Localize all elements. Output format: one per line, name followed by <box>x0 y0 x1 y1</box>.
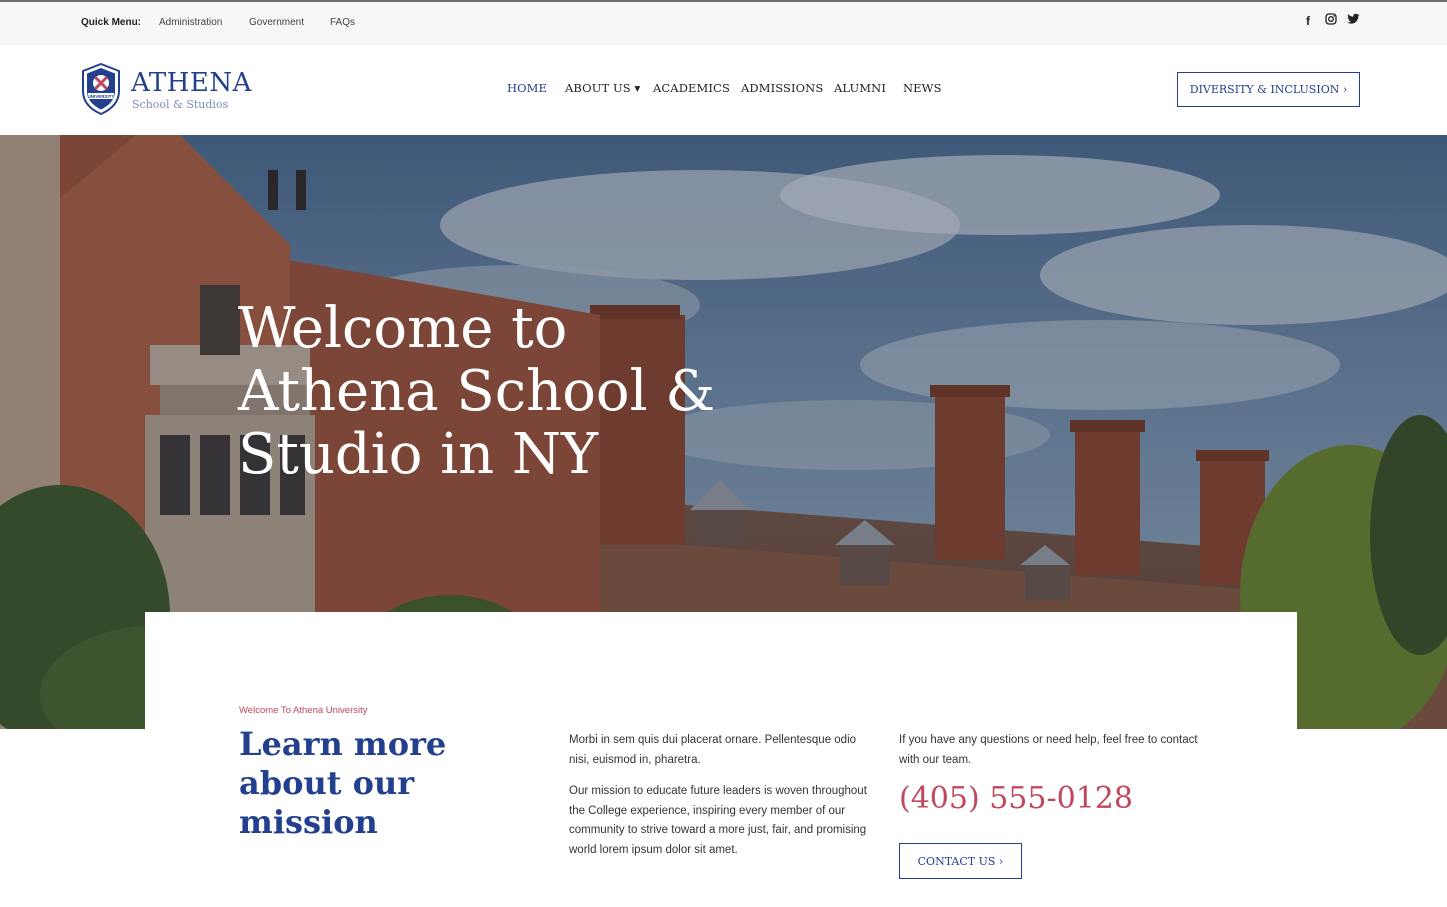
site-header: UNIVERSITY ATHENA School & Studios HOME … <box>0 45 1447 135</box>
quick-menu-faqs[interactable]: FAQs <box>330 17 355 28</box>
instagram-icon[interactable] <box>1325 13 1337 28</box>
quick-menu-label: Quick Menu: <box>81 17 142 28</box>
logo-name[interactable]: ATHENA <box>131 68 252 98</box>
mission-paragraph-1: Morbi in sem quis dui placerat ornare. P… <box>569 734 857 766</box>
quick-menu-government[interactable]: Government <box>249 17 304 28</box>
mission-text: Morbi in sem quis dui placerat ornare. P… <box>569 731 869 860</box>
nav-news[interactable]: NEWS <box>903 81 942 95</box>
mission-title: Learn more about our mission <box>239 725 447 841</box>
logo-shield-icon[interactable]: UNIVERSITY <box>81 62 121 116</box>
nav-admissions[interactable]: ADMISSIONS <box>741 81 823 95</box>
phone-number[interactable]: (405) 555-0128 <box>899 781 1133 816</box>
facebook-icon[interactable]: f <box>1306 14 1310 28</box>
svg-text:UNIVERSITY: UNIVERSITY <box>87 94 114 99</box>
mission-paragraph-2: Our mission to educate future leaders is… <box>569 785 867 856</box>
help-text: If you have any questions or need help, … <box>899 734 1198 766</box>
top-bar: Quick Menu: Administration Government FA… <box>0 0 1447 45</box>
nav-alumni[interactable]: ALUMNI <box>834 81 886 95</box>
nav-home[interactable]: HOME <box>507 81 547 95</box>
hero-title: Welcome to Athena School & Studio in NY <box>238 296 716 487</box>
nav-academics[interactable]: ACADEMICS <box>653 81 730 95</box>
contact-us-button[interactable]: CONTACT US › <box>899 843 1022 879</box>
nav-about-us[interactable]: ABOUT US ▾ <box>565 81 640 95</box>
logo-subtitle: School & Studios <box>132 98 229 111</box>
mission-eyebrow: Welcome To Athena University <box>239 705 368 716</box>
quick-menu-administration[interactable]: Administration <box>159 17 222 28</box>
twitter-icon[interactable] <box>1347 13 1360 28</box>
diversity-inclusion-button[interactable]: DIVERSITY & INCLUSION › <box>1177 72 1360 107</box>
